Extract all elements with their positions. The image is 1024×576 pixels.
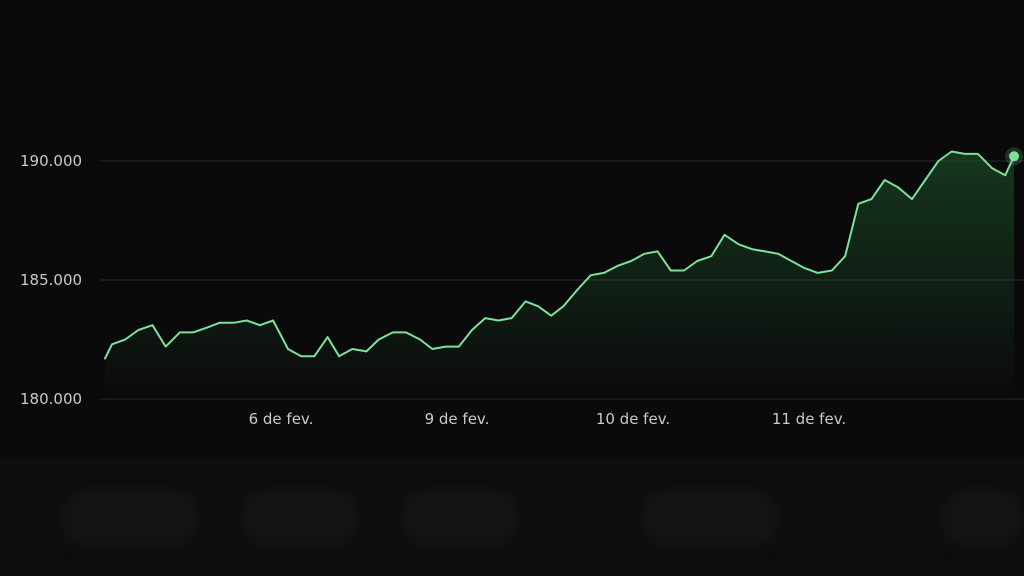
range-selector-bar: [0, 458, 1024, 576]
range-chip[interactable]: [60, 488, 200, 548]
y-axis-ticks: 180.000 185.000 190.000: [20, 152, 82, 408]
x-tick-label: 9 de fev.: [425, 410, 490, 428]
range-chip[interactable]: [640, 488, 780, 548]
last-point-dot: [1009, 151, 1020, 162]
range-chip[interactable]: [400, 488, 520, 548]
y-tick-label: 190.000: [20, 152, 82, 170]
y-tick-label: 180.000: [20, 390, 82, 408]
last-point-marker: [1005, 147, 1024, 166]
x-tick-label: 6 de fev.: [249, 410, 314, 428]
y-tick-label: 185.000: [20, 271, 82, 289]
x-tick-label: 10 de fev.: [596, 410, 670, 428]
price-chart: 180.000 185.000 190.000 6 de fev. 9 de fev.…: [20, 147, 1024, 428]
chart-screen: 180.000 185.000 190.000 6 de fev. 9 de fev.…: [0, 0, 1024, 576]
range-chip[interactable]: [940, 488, 1024, 548]
x-tick-label: 11 de fev.: [772, 410, 846, 428]
x-axis-ticks: 6 de fev. 9 de fev. 10 de fev. 11 de fev.: [249, 410, 847, 428]
range-chip[interactable]: [240, 488, 360, 548]
